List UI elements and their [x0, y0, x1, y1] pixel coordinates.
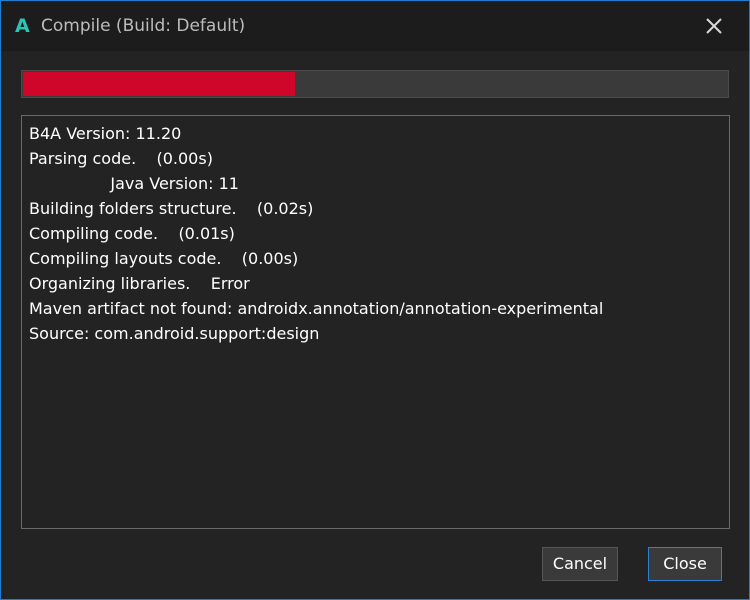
b4a-app-icon: A — [15, 15, 30, 37]
log-line: Compiling layouts code. (0.00s) — [29, 249, 299, 268]
close-button[interactable]: Close — [648, 547, 722, 581]
log-line: Maven artifact not found: androidx.annot… — [29, 299, 604, 318]
compile-dialog: A Compile (Build: Default) B4A Version: … — [0, 0, 750, 600]
log-line: Compiling code. (0.01s) — [29, 224, 235, 243]
cancel-button[interactable]: Cancel — [542, 547, 618, 581]
close-icon-graphic — [706, 18, 722, 34]
log-line: B4A Version: 11.20 — [29, 124, 182, 143]
compile-progress-bar — [21, 70, 729, 98]
progress-fill — [23, 72, 295, 96]
log-line: Organizing libraries. Error — [29, 274, 250, 293]
log-line: Source: com.android.support:design — [29, 324, 320, 343]
title-bar[interactable]: A Compile (Build: Default) — [1, 1, 749, 51]
close-icon[interactable] — [701, 13, 727, 39]
log-line: Parsing code. (0.00s) — [29, 149, 213, 168]
log-line: Java Version: 11 — [29, 174, 239, 193]
compile-log-output[interactable]: B4A Version: 11.20 Parsing code. (0.00s)… — [21, 115, 730, 529]
window-title: Compile (Build: Default) — [41, 16, 246, 36]
log-line: Building folders structure. (0.02s) — [29, 199, 314, 218]
